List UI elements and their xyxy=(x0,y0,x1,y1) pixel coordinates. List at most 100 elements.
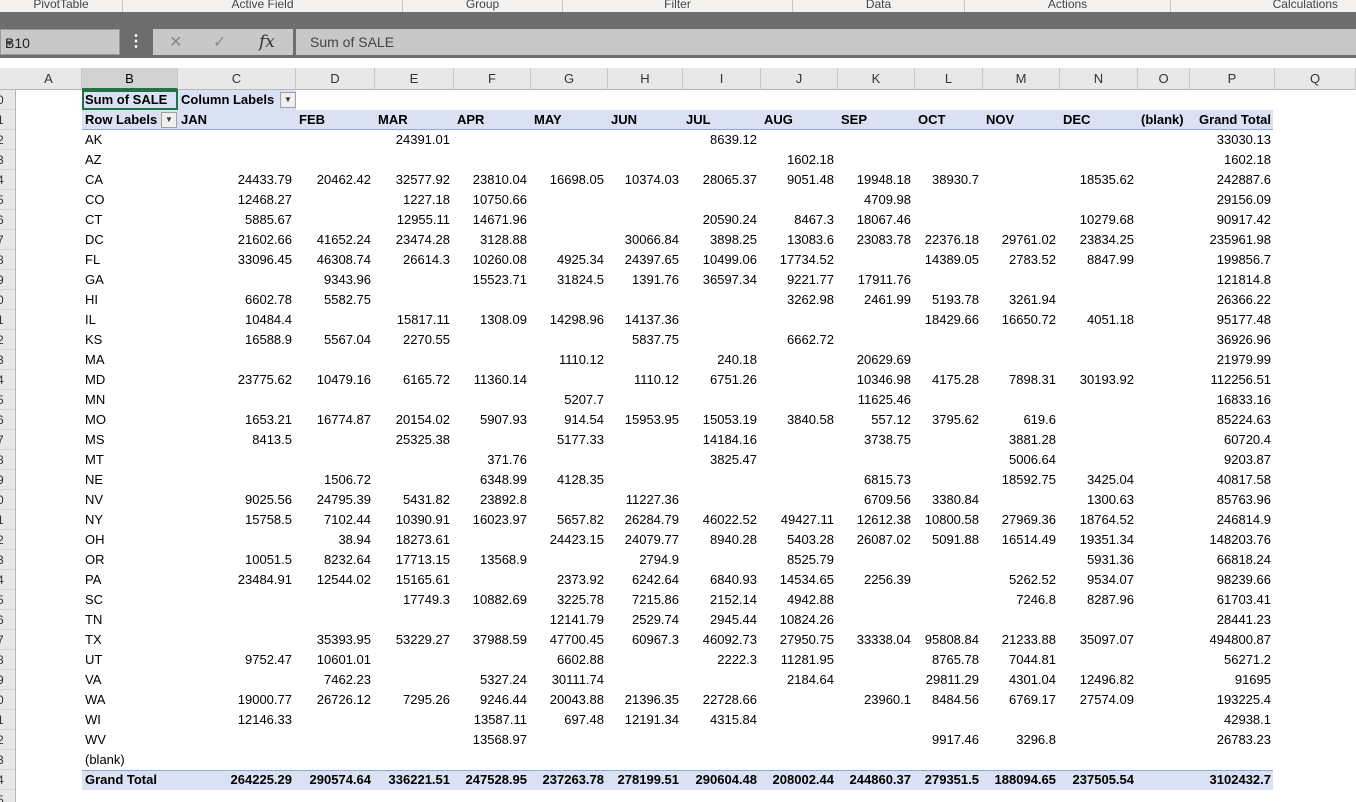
row-label[interactable]: TN xyxy=(82,610,178,630)
value-cell[interactable] xyxy=(531,730,608,750)
value-cell[interactable]: 6769.17 xyxy=(983,690,1060,710)
value-cell[interactable] xyxy=(178,150,296,170)
row-label[interactable]: FL xyxy=(82,250,178,270)
value-cell[interactable] xyxy=(761,690,838,710)
value-cell[interactable] xyxy=(1060,650,1138,670)
value-cell[interactable]: 90917.42 xyxy=(1190,210,1275,230)
grand-total-cell[interactable]: 247528.95 xyxy=(454,770,531,790)
value-cell[interactable]: 9051.48 xyxy=(761,170,838,190)
value-cell[interactable]: 18273.61 xyxy=(375,530,454,550)
value-cell[interactable]: 3840.58 xyxy=(761,410,838,430)
value-cell[interactable] xyxy=(608,390,683,410)
value-cell[interactable]: 1110.12 xyxy=(531,350,608,370)
name-box[interactable]: B10 ▼ xyxy=(0,29,120,55)
row-header[interactable]: 1 xyxy=(0,510,15,530)
value-cell[interactable]: 7102.44 xyxy=(296,510,375,530)
value-cell[interactable] xyxy=(983,750,1060,770)
value-cell[interactable] xyxy=(178,630,296,650)
value-cell[interactable]: 61703.41 xyxy=(1190,590,1275,610)
month-header[interactable]: JAN xyxy=(178,110,296,130)
value-cell[interactable]: 17713.15 xyxy=(375,550,454,570)
value-cell[interactable] xyxy=(178,750,296,770)
value-cell[interactable]: 14389.05 xyxy=(915,250,983,270)
value-cell[interactable]: 36597.34 xyxy=(683,270,761,290)
value-cell[interactable]: 13587.11 xyxy=(454,710,531,730)
value-cell[interactable] xyxy=(1060,350,1138,370)
row-label[interactable]: AK xyxy=(82,130,178,150)
value-cell[interactable] xyxy=(1138,730,1190,750)
value-cell[interactable] xyxy=(375,270,454,290)
value-cell[interactable]: 2461.99 xyxy=(838,290,915,310)
value-cell[interactable] xyxy=(915,570,983,590)
value-cell[interactable] xyxy=(1060,150,1138,170)
value-cell[interactable]: 26284.79 xyxy=(608,510,683,530)
value-cell[interactable] xyxy=(375,450,454,470)
row-label[interactable]: OR xyxy=(82,550,178,570)
value-cell[interactable] xyxy=(1060,450,1138,470)
column-header-m[interactable]: M xyxy=(983,68,1060,90)
value-cell[interactable]: 10260.08 xyxy=(454,250,531,270)
value-cell[interactable]: 9221.77 xyxy=(761,270,838,290)
value-cell[interactable]: 29156.09 xyxy=(1190,190,1275,210)
column-header-g[interactable]: G xyxy=(531,68,608,90)
value-cell[interactable]: 914.54 xyxy=(531,410,608,430)
value-cell[interactable]: 1653.21 xyxy=(178,410,296,430)
value-cell[interactable]: 11625.46 xyxy=(838,390,915,410)
row-header[interactable]: 2 xyxy=(0,730,15,750)
value-cell[interactable]: 8525.79 xyxy=(761,550,838,570)
row-header[interactable]: 8 xyxy=(0,450,15,470)
value-cell[interactable] xyxy=(375,350,454,370)
value-cell[interactable] xyxy=(178,470,296,490)
row-label[interactable]: VA xyxy=(82,670,178,690)
value-cell[interactable] xyxy=(531,450,608,470)
value-cell[interactable]: 66818.24 xyxy=(1190,550,1275,570)
value-cell[interactable] xyxy=(983,350,1060,370)
value-cell[interactable] xyxy=(838,550,915,570)
value-cell[interactable]: 21396.35 xyxy=(608,690,683,710)
value-cell[interactable] xyxy=(178,270,296,290)
value-cell[interactable]: 5657.82 xyxy=(531,510,608,530)
row-label[interactable]: TX xyxy=(82,630,178,650)
value-cell[interactable]: 24397.65 xyxy=(608,250,683,270)
value-cell[interactable]: 6751.26 xyxy=(683,370,761,390)
value-cell[interactable]: 19351.34 xyxy=(1060,530,1138,550)
value-cell[interactable]: 3795.62 xyxy=(915,410,983,430)
value-cell[interactable]: 98239.66 xyxy=(1190,570,1275,590)
value-cell[interactable]: 24795.39 xyxy=(296,490,375,510)
value-cell[interactable] xyxy=(1060,710,1138,730)
value-cell[interactable]: 10051.5 xyxy=(178,550,296,570)
value-cell[interactable]: 18535.62 xyxy=(1060,170,1138,190)
row-header[interactable]: 9 xyxy=(0,270,15,290)
value-cell[interactable] xyxy=(1138,250,1190,270)
value-cell[interactable]: 42938.1 xyxy=(1190,710,1275,730)
value-cell[interactable] xyxy=(454,650,531,670)
value-cell[interactable]: 49427.11 xyxy=(761,510,838,530)
value-cell[interactable]: 29761.02 xyxy=(983,230,1060,250)
value-cell[interactable]: 36926.96 xyxy=(1190,330,1275,350)
value-cell[interactable]: 1602.18 xyxy=(1190,150,1275,170)
grand-total-cell[interactable]: 279351.5 xyxy=(915,770,983,790)
value-cell[interactable] xyxy=(1138,490,1190,510)
value-cell[interactable]: 199856.7 xyxy=(1190,250,1275,270)
row-label[interactable]: NE xyxy=(82,470,178,490)
row-header[interactable]: 4 xyxy=(0,370,15,390)
value-cell[interactable] xyxy=(1138,630,1190,650)
value-cell[interactable]: 5431.82 xyxy=(375,490,454,510)
value-cell[interactable] xyxy=(983,190,1060,210)
row-label[interactable]: WI xyxy=(82,710,178,730)
value-cell[interactable] xyxy=(608,670,683,690)
value-cell[interactable]: 3898.25 xyxy=(683,230,761,250)
value-cell[interactable]: 13083.6 xyxy=(761,230,838,250)
cancel-icon[interactable]: ✕ xyxy=(169,32,182,52)
value-cell[interactable]: 24079.77 xyxy=(608,530,683,550)
value-cell[interactable] xyxy=(296,750,375,770)
value-cell[interactable] xyxy=(296,430,375,450)
value-cell[interactable] xyxy=(1060,270,1138,290)
month-header[interactable]: JUL xyxy=(683,110,761,130)
value-cell[interactable]: 41652.24 xyxy=(296,230,375,250)
value-cell[interactable] xyxy=(838,750,915,770)
value-cell[interactable]: 31824.5 xyxy=(531,270,608,290)
value-cell[interactable] xyxy=(761,710,838,730)
value-cell[interactable] xyxy=(375,710,454,730)
value-cell[interactable] xyxy=(608,430,683,450)
